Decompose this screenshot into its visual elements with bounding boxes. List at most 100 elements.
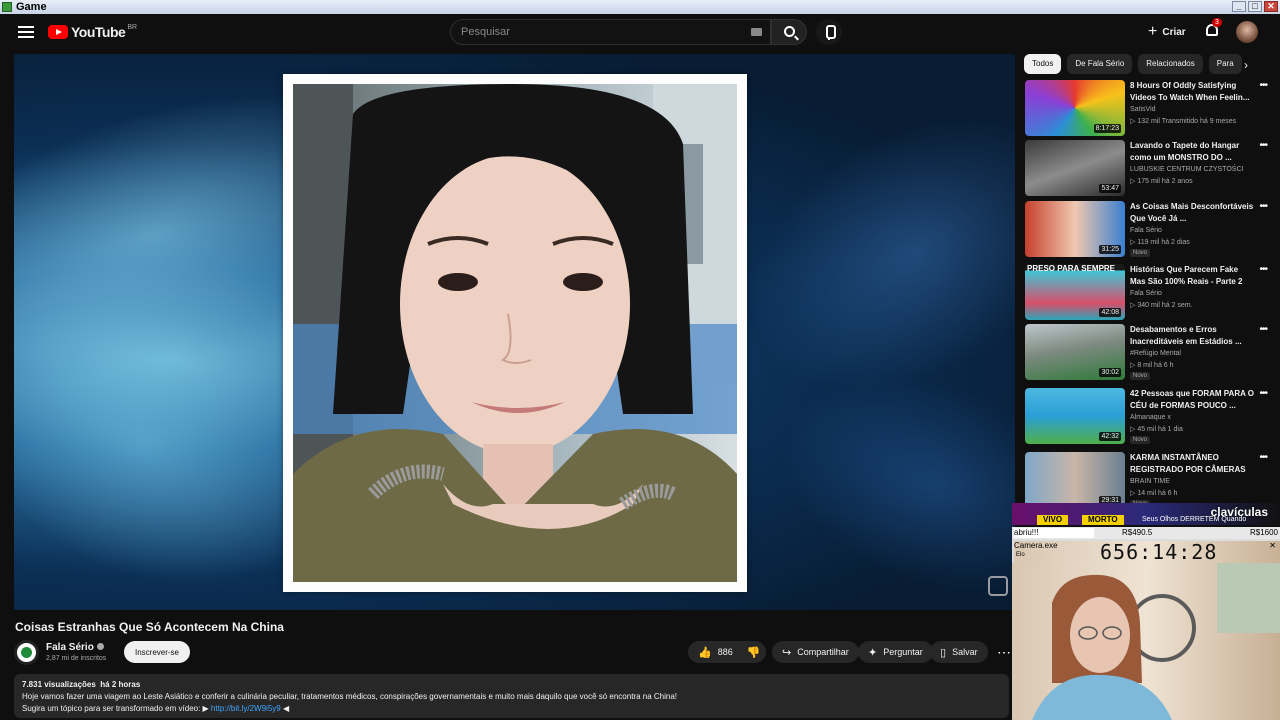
description-line-1: Hoje vamos fazer uma viagem ao Leste Asi… [22,692,678,701]
recommendation-item[interactable]: 42:32 42 Pessoas que FORAM PARA O CÉU de… [1025,388,1275,444]
window-titlebar: Game _ □ ✕ [0,0,1280,14]
close-icon[interactable]: ✕ [1269,541,1276,550]
bookmark-icon: ▯ [940,646,947,659]
chip-todos[interactable]: Todos [1024,54,1062,74]
channel-name[interactable]: Fala Sério [46,642,104,653]
video-meta: ▷ 119 mil há 2 dias [1130,239,1190,246]
thumbs-down-icon[interactable]: 👎 [747,646,761,659]
video-title: 8 Hours Of Oddly Satisfying Videos To Wa… [1130,81,1250,102]
close-button[interactable]: ✕ [1264,1,1278,12]
description-box[interactable]: 7.831 visualizações há 2 horas Hoje vamo… [14,674,1009,718]
video-meta: ▷ 132 mil Transmitido há 9 meses [1130,118,1237,125]
video-title: Coisas Estranhas Que Só Acontecem Na Chi… [15,620,284,634]
video-thumbnail[interactable]: 31:25 [1025,201,1125,257]
voice-search-button[interactable] [816,19,842,45]
filter-chips: Todos De Fala Sério Relacionados Para [1024,54,1264,76]
ask-label: Perguntar [883,647,923,657]
video-meta: ▷ 45 mil há 1 dia [1130,426,1183,433]
share-button[interactable]: ↪ Compartilhar [772,641,859,663]
duration: 42:08 [1099,308,1121,317]
verified-icon [96,643,104,650]
window-controls: _ □ ✕ [1232,1,1278,12]
recommendation-item[interactable]: 53:47 Lavando o Tapete do Hangar como um… [1025,140,1275,196]
more-options-icon[interactable]: ••• [1259,452,1267,463]
more-options-icon[interactable]: ••• [1259,140,1267,151]
channel-name: Fala Sério [1130,227,1162,234]
recommendation-item[interactable]: 8:17:23 8 Hours Of Oddly Satisfying Vide… [1025,80,1275,136]
video-title: Desabamentos e Erros Inacreditáveis em E… [1130,325,1242,346]
webcam-illustration [1032,563,1280,720]
more-options-icon[interactable]: ••• [1259,264,1267,275]
right-eye [563,273,603,291]
channel-name: Fala Sério [1130,290,1162,297]
ask-button[interactable]: ✦ Perguntar [858,641,933,663]
create-label: Criar [1162,26,1186,38]
recommendation-item[interactable]: 30:02 Desabamentos e Erros Inacreditávei… [1025,324,1275,380]
video-frame-photo [293,84,737,582]
minimize-button[interactable]: _ [1232,1,1246,12]
new-badge: Novo [1130,249,1151,257]
new-badge: Novo [1130,436,1151,444]
maximize-button[interactable]: □ [1248,1,1262,12]
chip-para[interactable]: Para [1208,54,1242,74]
duration: 42:32 [1099,432,1121,441]
user-avatar[interactable] [1236,21,1258,43]
stream-timer: 656:14:28 [1100,540,1218,564]
duration: 31:25 [1099,245,1121,254]
recommendation-item[interactable]: 31:25 As Coisas Mais Desconfortáveis Que… [1025,201,1275,257]
video-thumbnail[interactable]: PRESO PARA SEMPRE 42:08 [1025,264,1125,320]
more-options-icon[interactable]: ••• [1259,201,1267,212]
more-options-icon[interactable]: ••• [1259,388,1267,399]
video-thumbnail[interactable]: 8:17:23 [1025,80,1125,136]
recommendation-item[interactable]: 29:31 KARMA INSTANTÂNEO REGISTRADO POR C… [1025,452,1275,508]
create-button[interactable]: + Criar [1148,22,1186,42]
video-thumbnail[interactable]: 30:02 [1025,324,1125,380]
camera-window-header: Camera.exe Elo 656:14:28 ✕ [1012,539,1280,698]
search-icon [784,26,795,37]
photo-frame [283,74,747,592]
stream-overlay-banner: clavículas VIVO MORTO Seus Olhos DERRETE… [1012,503,1280,525]
video-thumbnail[interactable]: 53:47 [1025,140,1125,196]
more-options-icon[interactable]: ••• [1259,324,1267,335]
search-button[interactable] [771,19,807,45]
keyboard-icon[interactable] [751,28,762,36]
split-total: R$1600 [1249,528,1278,537]
video-player[interactable] [14,54,1015,610]
publish-time: há 2 horas [100,680,141,689]
window-plant [1217,563,1280,633]
subscribe-button[interactable]: Inscrever-se [124,641,190,663]
thumbs-up-icon[interactable]: 👍 [698,646,712,659]
channel-avatar[interactable] [14,640,39,665]
view-count: 7.831 visualizações [22,680,96,689]
more-options-icon[interactable]: ••• [1259,80,1267,91]
video-thumbnail[interactable]: 42:32 [1025,388,1125,444]
bg-swirl [749,335,1015,610]
notification-badge: 3 [1212,18,1222,27]
save-label: Salvar [952,647,978,657]
video-thumbnail[interactable]: 29:31 [1025,452,1125,508]
hamburger-menu-icon[interactable] [18,26,34,38]
chip-relacionados[interactable]: Relacionados [1138,54,1203,74]
like-dislike-group: 👍 886 👎 [688,641,766,663]
youtube-logo[interactable]: YouTube BR [48,24,137,40]
robot-icon[interactable] [988,576,1008,596]
split-name: abriu!!! [1014,528,1094,538]
description-link[interactable]: http://bit.ly/2W9i5y9 [211,704,281,713]
like-count[interactable]: 886 [718,647,733,657]
video-title: KARMA INSTANTÂNEO REGISTRADO POR CÂMERAS [1130,453,1246,474]
window-title: Game [16,1,47,13]
video-meta: ▷ 8 mil há 6 h [1130,362,1174,369]
more-actions-icon[interactable]: ⋯ [997,644,1011,661]
morto-label: MORTO [1082,515,1124,525]
chevron-right-icon[interactable]: › [1244,58,1248,72]
search-input[interactable] [451,20,731,44]
subscriber-count: 2,87 mi de inscritos [46,655,107,662]
thumb-caption: PRESO PARA SEMPRE [1027,264,1116,273]
share-label: Compartilhar [797,647,849,657]
recommendation-item[interactable]: PRESO PARA SEMPRE 42:08 Histórias Que Par… [1025,264,1275,320]
split-value: R$490.5 [1122,528,1153,537]
plus-icon: + [1148,23,1158,40]
save-button[interactable]: ▯ Salvar [930,641,988,663]
chip-fala-serio[interactable]: De Fala Sério [1067,54,1133,74]
sparkle-icon: ✦ [868,646,878,659]
